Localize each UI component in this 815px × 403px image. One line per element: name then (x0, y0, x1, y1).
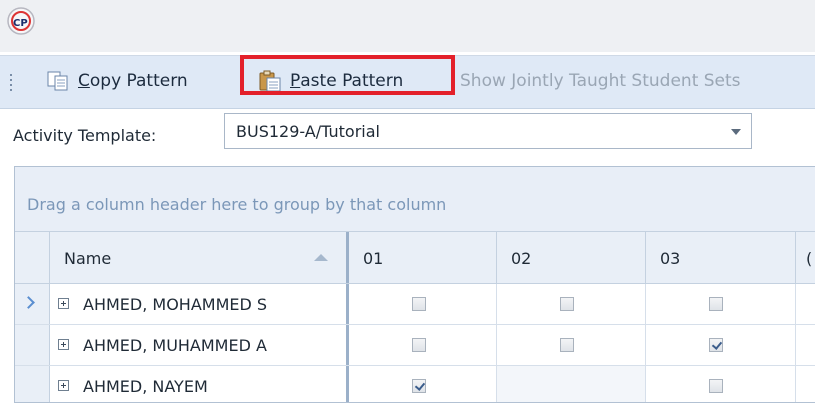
column-header-01[interactable]: 01 (349, 232, 497, 283)
name-cell[interactable]: AHMED, NAYEM (50, 366, 349, 402)
week-checkbox[interactable] (560, 297, 574, 311)
week-cell-01[interactable] (349, 366, 497, 402)
group-by-hint: Drag a column header here to group by th… (27, 195, 447, 214)
week-checkbox[interactable] (412, 379, 426, 393)
activity-template-dropdown[interactable]: BUS129-A/Tutorial (224, 113, 752, 149)
column-header-next[interactable]: ( (796, 232, 815, 283)
week-checkbox[interactable] (709, 379, 723, 393)
week-cell-03[interactable] (646, 366, 796, 402)
column-header-03[interactable]: 03 (646, 232, 796, 283)
current-row-chevron-icon (22, 296, 35, 309)
student-grid: Drag a column header here to group by th… (14, 166, 815, 403)
student-name: AHMED, MOHAMMED S (83, 295, 268, 314)
week-checkbox[interactable] (412, 297, 426, 311)
toolbar-grip[interactable] (10, 74, 14, 96)
expand-plus-icon[interactable] (58, 380, 69, 391)
paste-pattern-highlight (240, 55, 455, 95)
name-cell[interactable]: AHMED, MUHAMMED A (50, 325, 349, 365)
week-cell-03[interactable] (646, 284, 796, 324)
cp-logo-icon[interactable]: CP (6, 6, 36, 36)
name-cell[interactable]: AHMED, MOHAMMED S (50, 284, 349, 324)
sort-ascending-icon (314, 254, 328, 261)
column-header-row: Name 01 02 03 ( (15, 231, 815, 284)
row-indicator[interactable] (15, 325, 50, 365)
week-checkbox[interactable] (560, 338, 574, 352)
table-row[interactable]: AHMED, NAYEM (15, 366, 815, 402)
copy-pattern-mnemonic: C (78, 71, 90, 91)
show-jointly-taught-button[interactable]: Show Jointly Taught Student Sets (460, 66, 741, 96)
copy-icon (47, 71, 68, 91)
week-cell-01[interactable] (349, 284, 497, 324)
week-checkbox[interactable] (709, 297, 723, 311)
week-cell-02[interactable] (497, 284, 646, 324)
activity-template-label: Activity Template: (13, 126, 157, 145)
copy-pattern-label: opy Pattern (89, 71, 188, 91)
table-row[interactable]: AHMED, MOHAMMED S (15, 284, 815, 325)
title-bar: CP (0, 0, 815, 52)
column-header-02[interactable]: 02 (497, 232, 646, 283)
svg-text:CP: CP (13, 18, 28, 29)
week-cell-01[interactable] (349, 325, 497, 365)
group-by-panel[interactable]: Drag a column header here to group by th… (15, 167, 815, 231)
show-jointly-taught-label: Show Jointly Taught Student Sets (460, 71, 741, 91)
column-header-name[interactable]: Name (50, 232, 349, 283)
row-indicator[interactable] (15, 366, 50, 402)
student-name: AHMED, MUHAMMED A (83, 336, 267, 355)
week-checkbox[interactable] (709, 338, 723, 352)
row-indicator-header (15, 232, 50, 283)
expand-plus-icon[interactable] (58, 298, 69, 309)
week-cell-03[interactable] (646, 325, 796, 365)
week-cell-02[interactable] (497, 366, 646, 402)
copy-pattern-button[interactable]: Copy Pattern (46, 66, 188, 96)
student-name: AHMED, NAYEM (83, 377, 208, 396)
activity-template-value: BUS129-A/Tutorial (236, 122, 380, 141)
week-cell-02[interactable] (497, 325, 646, 365)
row-indicator[interactable] (15, 284, 50, 324)
week-checkbox[interactable] (412, 338, 426, 352)
table-row[interactable]: AHMED, MUHAMMED A (15, 325, 815, 366)
expand-plus-icon[interactable] (58, 339, 69, 350)
dropdown-arrow-icon[interactable] (731, 129, 741, 135)
